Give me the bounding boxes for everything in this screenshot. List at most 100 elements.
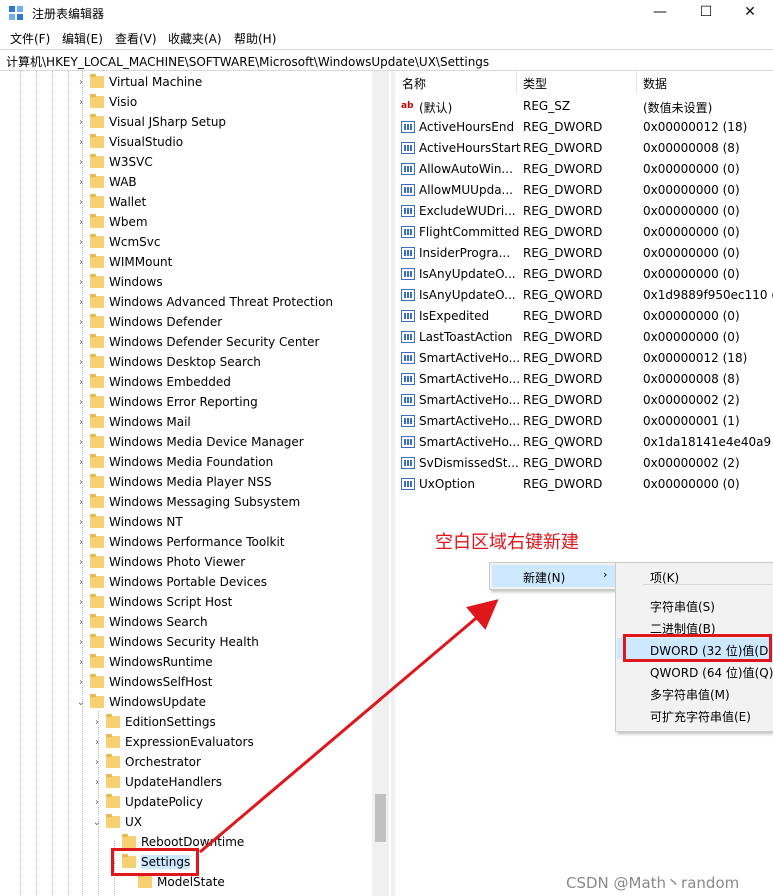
tree-item[interactable]: › WIMMount <box>0 253 391 273</box>
tree-item[interactable]: › Windows Security Health <box>0 633 391 653</box>
expand-chevron-icon[interactable]: › <box>76 576 86 590</box>
expand-chevron-icon[interactable]: › <box>76 396 86 410</box>
new-multi-string-value-item[interactable]: 多字符串值(M) <box>617 682 773 703</box>
value-row[interactable]: IsAnyUpdateO... REG_DWORD 0x00000000 (0) <box>396 264 773 285</box>
value-row[interactable]: SmartActiveHo... REG_DWORD 0x00000008 (8) <box>396 369 773 390</box>
expand-chevron-icon[interactable]: › <box>92 776 102 790</box>
tree-item[interactable]: ModelState <box>0 873 391 893</box>
expand-chevron-icon[interactable]: › <box>92 736 102 750</box>
tree-item[interactable]: › Wallet <box>0 193 391 213</box>
tree-item[interactable]: › EditionSettings <box>0 713 391 733</box>
tree-item[interactable]: › Visio <box>0 93 391 113</box>
expand-chevron-icon[interactable]: › <box>76 216 86 230</box>
pane-splitter[interactable] <box>391 71 395 896</box>
tree-item[interactable]: › ExpressionEvaluators <box>0 733 391 753</box>
tree-item[interactable]: › Windows Media Foundation <box>0 453 391 473</box>
tree-item[interactable]: › Visual JSharp Setup <box>0 113 391 133</box>
tree-item[interactable]: › Wbem <box>0 213 391 233</box>
menu-edit[interactable]: 编辑(E) <box>62 30 103 47</box>
value-row[interactable]: SmartActiveHo... REG_DWORD 0x00000012 (18) <box>396 348 773 369</box>
column-header-name[interactable]: 名称 <box>396 71 517 93</box>
value-row[interactable]: SvDismissedSt... REG_DWORD 0x00000002 (2) <box>396 453 773 474</box>
tree-item[interactable]: › Windows Script Host <box>0 593 391 613</box>
expand-chevron-icon[interactable]: › <box>76 96 86 110</box>
new-key-item[interactable]: 项(K) <box>617 565 773 586</box>
tree-item[interactable]: › UpdateHandlers <box>0 773 391 793</box>
value-row[interactable]: ExcludeWUDri... REG_DWORD 0x00000000 (0) <box>396 201 773 222</box>
key-tree[interactable]: › Virtual Machine › Visio › Visual JSharp Set… <box>0 71 391 896</box>
expand-chevron-icon[interactable]: › <box>76 336 86 350</box>
tree-item[interactable]: › Windows Portable Devices <box>0 573 391 593</box>
expand-chevron-icon[interactable]: › <box>76 236 86 250</box>
value-row[interactable]: ab (默认) REG_SZ (数值未设置) <box>396 96 773 117</box>
expand-chevron-icon[interactable]: › <box>76 76 86 90</box>
tree-item[interactable]: › Windows NT <box>0 513 391 533</box>
expand-chevron-icon[interactable]: › <box>76 456 86 470</box>
expand-chevron-icon[interactable]: › <box>92 796 102 810</box>
tree-item[interactable]: › Windows Messaging Subsystem <box>0 493 391 513</box>
tree-item[interactable]: ⌄ UX <box>0 813 391 833</box>
tree-item[interactable]: › Windows Photo Viewer <box>0 553 391 573</box>
value-row[interactable]: AllowMUUpda... REG_DWORD 0x00000000 (0) <box>396 180 773 201</box>
expand-chevron-icon[interactable]: › <box>76 296 86 310</box>
expand-chevron-icon[interactable]: › <box>76 596 86 610</box>
expand-chevron-icon[interactable]: › <box>76 376 86 390</box>
menu-favorites[interactable]: 收藏夹(A) <box>168 30 222 47</box>
value-row[interactable]: UxOption REG_DWORD 0x00000000 (0) <box>396 474 773 495</box>
expand-chevron-icon[interactable]: › <box>76 276 86 290</box>
expand-chevron-icon[interactable]: › <box>76 436 86 450</box>
tree-item[interactable]: › WindowsSelfHost <box>0 673 391 693</box>
tree-item[interactable]: › Windows Performance Toolkit <box>0 533 391 553</box>
expand-chevron-icon[interactable]: › <box>76 416 86 430</box>
expand-chevron-icon[interactable]: › <box>76 136 86 150</box>
menu-view[interactable]: 查看(V) <box>115 30 157 47</box>
tree-item[interactable]: › UpdatePolicy <box>0 793 391 813</box>
new-string-value-item[interactable]: 字符串值(S) <box>617 594 773 615</box>
column-header-type[interactable]: 类型 <box>517 71 637 93</box>
menu-help[interactable]: 帮助(H) <box>234 30 276 47</box>
values-pane[interactable]: 名称 类型 数据 ab (默认) REG_SZ (数值未设置) ActiveHoursE… <box>396 71 773 896</box>
tree-item[interactable]: › WcmSvc <box>0 233 391 253</box>
expand-chevron-icon[interactable]: › <box>76 316 86 330</box>
tree-item[interactable]: › WindowsRuntime <box>0 653 391 673</box>
tree-item[interactable]: › Windows <box>0 273 391 293</box>
new-expandable-string-value-item[interactable]: 可扩充字符串值(E) <box>617 704 773 725</box>
tree-item[interactable]: › Windows Defender Security Center <box>0 333 391 353</box>
close-button[interactable]: ✕ <box>727 0 773 26</box>
value-row[interactable]: SmartActiveHo... REG_DWORD 0x00000001 (1) <box>396 411 773 432</box>
expand-chevron-icon[interactable]: › <box>76 536 86 550</box>
collapse-chevron-icon[interactable]: ⌄ <box>76 696 86 710</box>
tree-item[interactable]: › Windows Defender <box>0 313 391 333</box>
expand-chevron-icon[interactable]: › <box>76 616 86 630</box>
tree-scrollbar[interactable] <box>372 71 389 896</box>
tree-item[interactable]: › Orchestrator <box>0 753 391 773</box>
tree-item[interactable]: › Windows Desktop Search <box>0 353 391 373</box>
tree-item[interactable]: › Virtual Machine <box>0 73 391 93</box>
column-header-data[interactable]: 数据 <box>637 71 773 93</box>
expand-chevron-icon[interactable]: › <box>92 756 102 770</box>
tree-item[interactable]: › Windows Media Device Manager <box>0 433 391 453</box>
maximize-button[interactable]: ☐ <box>683 0 729 26</box>
value-row[interactable]: InsiderProgra... REG_DWORD 0x00000000 (0) <box>396 243 773 264</box>
tree-item[interactable]: › Windows Mail <box>0 413 391 433</box>
expand-chevron-icon[interactable]: › <box>76 196 86 210</box>
tree-item[interactable]: › WAB <box>0 173 391 193</box>
address-bar[interactable]: 计算机\HKEY_LOCAL_MACHINE\SOFTWARE\Microsof… <box>0 49 773 71</box>
value-row[interactable]: SmartActiveHo... REG_QWORD 0x1da18141e4e40… <box>396 432 773 453</box>
expand-chevron-icon[interactable]: › <box>76 656 86 670</box>
tree-item[interactable]: › Windows Search <box>0 613 391 633</box>
menu-file[interactable]: 文件(F) <box>10 30 50 47</box>
expand-chevron-icon[interactable]: › <box>76 256 86 270</box>
value-row[interactable]: AllowAutoWin... REG_DWORD 0x00000000 (0) <box>396 159 773 180</box>
value-row[interactable]: ActiveHoursEnd REG_DWORD 0x00000012 (18) <box>396 117 773 138</box>
tree-item[interactable]: ⌄ WindowsUpdate <box>0 693 391 713</box>
expand-chevron-icon[interactable]: › <box>76 156 86 170</box>
minimize-button[interactable]: — <box>637 0 683 26</box>
expand-chevron-icon[interactable]: › <box>76 496 86 510</box>
value-row[interactable]: LastToastAction REG_DWORD 0x00000000 (0) <box>396 327 773 348</box>
tree-item[interactable]: › Windows Media Player NSS <box>0 473 391 493</box>
expand-chevron-icon[interactable]: › <box>76 356 86 370</box>
expand-chevron-icon[interactable]: › <box>76 476 86 490</box>
value-row[interactable]: SmartActiveHo... REG_DWORD 0x00000002 (2) <box>396 390 773 411</box>
new-qword-value-item[interactable]: QWORD (64 位)值(Q) <box>617 660 773 681</box>
